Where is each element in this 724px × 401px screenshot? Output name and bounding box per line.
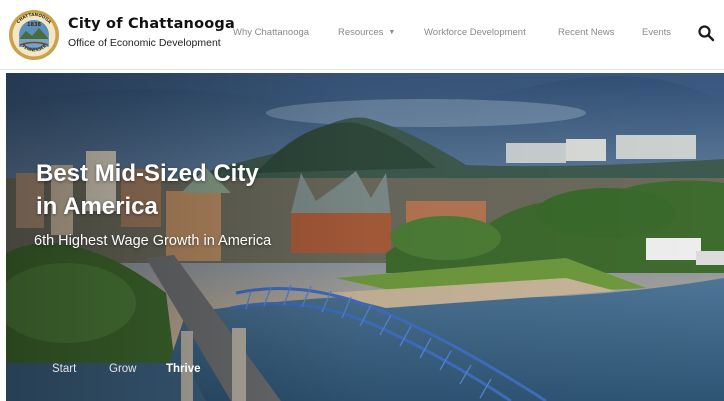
chevron-down-icon: ▼ [388, 29, 396, 36]
hero-tab-grow[interactable]: Grow [109, 363, 136, 375]
hero-title-line-1: Best Mid-Sized City [36, 160, 259, 187]
hero-banner: Best Mid-Sized City in America 6th Highe… [6, 73, 724, 401]
city-seal-logo[interactable]: 1838 CHATTANOOGA TENNESSEE [8, 9, 60, 61]
hero-tab-start[interactable]: Start [52, 363, 76, 375]
nav-recent-news[interactable]: Recent News [558, 27, 615, 38]
brand-subtitle: Office of Economic Development [68, 37, 221, 49]
nav-workforce-development[interactable]: Workforce Development [424, 27, 526, 38]
site-header: 1838 CHATTANOOGA TENNESSEE City of Chatt… [0, 0, 724, 70]
nav-events[interactable]: Events [642, 27, 671, 38]
hero-subtitle: 6th Highest Wage Growth in America [34, 233, 272, 249]
hero-title: Best Mid-Sized City in America [36, 157, 296, 223]
svg-text:1838: 1838 [27, 22, 41, 28]
brand[interactable]: City of Chattanooga Office of Economic D… [68, 15, 235, 51]
hero-title-line-2: in America [36, 193, 158, 220]
brand-title[interactable]: City of Chattanooga [68, 15, 235, 33]
hero-tab-thrive[interactable]: Thrive [166, 363, 201, 375]
nav-resources[interactable]: Resources ▼ [338, 27, 395, 38]
nav-why-chattanooga[interactable]: Why Chattanooga [233, 27, 309, 38]
search-icon[interactable] [697, 24, 715, 42]
